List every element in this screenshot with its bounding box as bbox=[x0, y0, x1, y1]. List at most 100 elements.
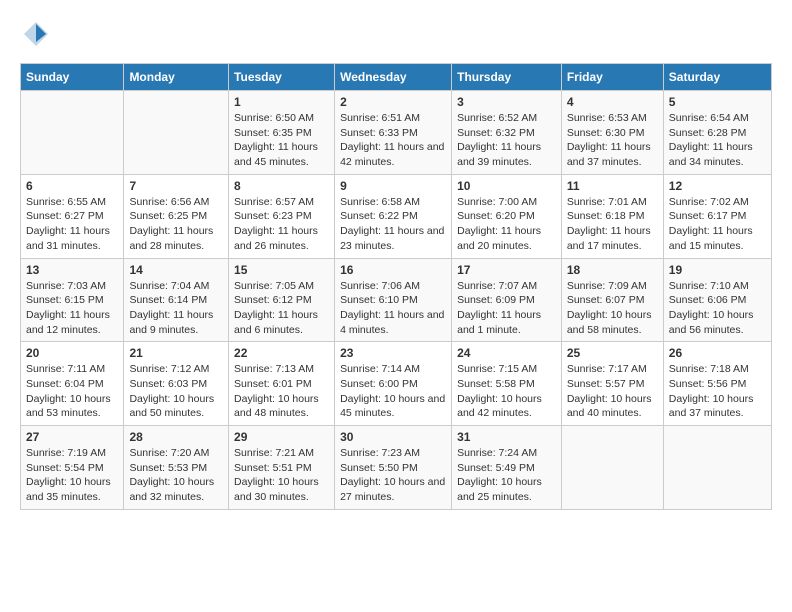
calendar-cell: 5 Sunrise: 6:54 AM Sunset: 6:28 PM Dayli… bbox=[663, 91, 771, 175]
calendar-cell bbox=[124, 91, 229, 175]
sunrise-text: Sunrise: 7:00 AM bbox=[457, 196, 537, 208]
calendar-row: 13 Sunrise: 7:03 AM Sunset: 6:15 PM Dayl… bbox=[21, 258, 772, 342]
day-detail: Sunrise: 7:06 AM Sunset: 6:10 PM Dayligh… bbox=[340, 279, 446, 338]
day-number: 5 bbox=[669, 95, 766, 109]
calendar-cell bbox=[663, 426, 771, 510]
day-detail: Sunrise: 7:11 AM Sunset: 6:04 PM Dayligh… bbox=[26, 362, 118, 421]
day-detail: Sunrise: 7:02 AM Sunset: 6:17 PM Dayligh… bbox=[669, 195, 766, 254]
day-detail: Sunrise: 6:53 AM Sunset: 6:30 PM Dayligh… bbox=[567, 111, 658, 170]
daylight-text: Daylight: 10 hours and 37 minutes. bbox=[669, 393, 754, 420]
sunrise-text: Sunrise: 6:50 AM bbox=[234, 112, 314, 124]
sunset-text: Sunset: 6:30 PM bbox=[567, 127, 645, 139]
day-detail: Sunrise: 7:15 AM Sunset: 5:58 PM Dayligh… bbox=[457, 362, 556, 421]
calendar-cell: 14 Sunrise: 7:04 AM Sunset: 6:14 PM Dayl… bbox=[124, 258, 229, 342]
calendar-row: 1 Sunrise: 6:50 AM Sunset: 6:35 PM Dayli… bbox=[21, 91, 772, 175]
day-detail: Sunrise: 6:52 AM Sunset: 6:32 PM Dayligh… bbox=[457, 111, 556, 170]
daylight-text: Daylight: 11 hours and 34 minutes. bbox=[669, 141, 753, 168]
daylight-text: Daylight: 11 hours and 26 minutes. bbox=[234, 225, 318, 252]
sunrise-text: Sunrise: 6:55 AM bbox=[26, 196, 106, 208]
day-detail: Sunrise: 6:51 AM Sunset: 6:33 PM Dayligh… bbox=[340, 111, 446, 170]
sunrise-text: Sunrise: 7:21 AM bbox=[234, 447, 314, 459]
day-detail: Sunrise: 7:09 AM Sunset: 6:07 PM Dayligh… bbox=[567, 279, 658, 338]
sunrise-text: Sunrise: 7:10 AM bbox=[669, 280, 749, 292]
calendar-cell: 9 Sunrise: 6:58 AM Sunset: 6:22 PM Dayli… bbox=[335, 174, 452, 258]
day-detail: Sunrise: 7:07 AM Sunset: 6:09 PM Dayligh… bbox=[457, 279, 556, 338]
calendar-cell: 27 Sunrise: 7:19 AM Sunset: 5:54 PM Dayl… bbox=[21, 426, 124, 510]
day-number: 21 bbox=[129, 346, 223, 360]
day-detail: Sunrise: 7:17 AM Sunset: 5:57 PM Dayligh… bbox=[567, 362, 658, 421]
day-number: 18 bbox=[567, 263, 658, 277]
day-number: 27 bbox=[26, 430, 118, 444]
daylight-text: Daylight: 10 hours and 25 minutes. bbox=[457, 476, 542, 503]
header-cell-friday: Friday bbox=[561, 64, 663, 91]
logo bbox=[20, 20, 50, 53]
calendar-cell: 31 Sunrise: 7:24 AM Sunset: 5:49 PM Dayl… bbox=[452, 426, 562, 510]
day-number: 4 bbox=[567, 95, 658, 109]
day-number: 17 bbox=[457, 263, 556, 277]
day-number: 8 bbox=[234, 179, 329, 193]
daylight-text: Daylight: 10 hours and 40 minutes. bbox=[567, 393, 652, 420]
day-detail: Sunrise: 7:10 AM Sunset: 6:06 PM Dayligh… bbox=[669, 279, 766, 338]
day-number: 19 bbox=[669, 263, 766, 277]
day-detail: Sunrise: 7:13 AM Sunset: 6:01 PM Dayligh… bbox=[234, 362, 329, 421]
sunset-text: Sunset: 5:54 PM bbox=[26, 462, 104, 474]
sunrise-text: Sunrise: 7:06 AM bbox=[340, 280, 420, 292]
day-number: 10 bbox=[457, 179, 556, 193]
day-detail: Sunrise: 7:24 AM Sunset: 5:49 PM Dayligh… bbox=[457, 446, 556, 505]
daylight-text: Daylight: 11 hours and 15 minutes. bbox=[669, 225, 753, 252]
sunset-text: Sunset: 6:07 PM bbox=[567, 294, 645, 306]
sunrise-text: Sunrise: 6:56 AM bbox=[129, 196, 209, 208]
sunset-text: Sunset: 6:17 PM bbox=[669, 210, 747, 222]
sunrise-text: Sunrise: 7:18 AM bbox=[669, 363, 749, 375]
day-number: 16 bbox=[340, 263, 446, 277]
sunset-text: Sunset: 5:56 PM bbox=[669, 378, 747, 390]
day-detail: Sunrise: 6:58 AM Sunset: 6:22 PM Dayligh… bbox=[340, 195, 446, 254]
day-number: 28 bbox=[129, 430, 223, 444]
logo-icon bbox=[22, 20, 50, 48]
sunrise-text: Sunrise: 7:13 AM bbox=[234, 363, 314, 375]
sunrise-text: Sunrise: 7:14 AM bbox=[340, 363, 420, 375]
daylight-text: Daylight: 11 hours and 6 minutes. bbox=[234, 309, 318, 336]
day-number: 30 bbox=[340, 430, 446, 444]
sunset-text: Sunset: 6:25 PM bbox=[129, 210, 207, 222]
sunset-text: Sunset: 6:27 PM bbox=[26, 210, 104, 222]
sunset-text: Sunset: 6:23 PM bbox=[234, 210, 312, 222]
sunset-text: Sunset: 5:49 PM bbox=[457, 462, 535, 474]
calendar-cell: 30 Sunrise: 7:23 AM Sunset: 5:50 PM Dayl… bbox=[335, 426, 452, 510]
day-detail: Sunrise: 7:03 AM Sunset: 6:15 PM Dayligh… bbox=[26, 279, 118, 338]
day-detail: Sunrise: 6:55 AM Sunset: 6:27 PM Dayligh… bbox=[26, 195, 118, 254]
daylight-text: Daylight: 11 hours and 17 minutes. bbox=[567, 225, 651, 252]
daylight-text: Daylight: 10 hours and 27 minutes. bbox=[340, 476, 445, 503]
daylight-text: Daylight: 10 hours and 45 minutes. bbox=[340, 393, 445, 420]
header-cell-sunday: Sunday bbox=[21, 64, 124, 91]
daylight-text: Daylight: 11 hours and 20 minutes. bbox=[457, 225, 541, 252]
header-cell-tuesday: Tuesday bbox=[229, 64, 335, 91]
sunrise-text: Sunrise: 7:20 AM bbox=[129, 447, 209, 459]
day-detail: Sunrise: 7:19 AM Sunset: 5:54 PM Dayligh… bbox=[26, 446, 118, 505]
daylight-text: Daylight: 11 hours and 42 minutes. bbox=[340, 141, 444, 168]
calendar-cell: 19 Sunrise: 7:10 AM Sunset: 6:06 PM Dayl… bbox=[663, 258, 771, 342]
day-detail: Sunrise: 6:50 AM Sunset: 6:35 PM Dayligh… bbox=[234, 111, 329, 170]
sunset-text: Sunset: 5:51 PM bbox=[234, 462, 312, 474]
day-number: 2 bbox=[340, 95, 446, 109]
sunrise-text: Sunrise: 7:07 AM bbox=[457, 280, 537, 292]
daylight-text: Daylight: 10 hours and 42 minutes. bbox=[457, 393, 542, 420]
calendar-cell: 7 Sunrise: 6:56 AM Sunset: 6:25 PM Dayli… bbox=[124, 174, 229, 258]
day-number: 25 bbox=[567, 346, 658, 360]
day-detail: Sunrise: 7:00 AM Sunset: 6:20 PM Dayligh… bbox=[457, 195, 556, 254]
daylight-text: Daylight: 10 hours and 35 minutes. bbox=[26, 476, 111, 503]
sunset-text: Sunset: 6:10 PM bbox=[340, 294, 418, 306]
sunset-text: Sunset: 6:22 PM bbox=[340, 210, 418, 222]
day-number: 15 bbox=[234, 263, 329, 277]
calendar-cell: 3 Sunrise: 6:52 AM Sunset: 6:32 PM Dayli… bbox=[452, 91, 562, 175]
header-row: SundayMondayTuesdayWednesdayThursdayFrid… bbox=[21, 64, 772, 91]
daylight-text: Daylight: 11 hours and 28 minutes. bbox=[129, 225, 213, 252]
sunrise-text: Sunrise: 6:52 AM bbox=[457, 112, 537, 124]
daylight-text: Daylight: 11 hours and 31 minutes. bbox=[26, 225, 110, 252]
sunset-text: Sunset: 5:58 PM bbox=[457, 378, 535, 390]
calendar-cell: 20 Sunrise: 7:11 AM Sunset: 6:04 PM Dayl… bbox=[21, 342, 124, 426]
day-number: 20 bbox=[26, 346, 118, 360]
calendar-row: 20 Sunrise: 7:11 AM Sunset: 6:04 PM Dayl… bbox=[21, 342, 772, 426]
sunrise-text: Sunrise: 7:12 AM bbox=[129, 363, 209, 375]
sunrise-text: Sunrise: 7:04 AM bbox=[129, 280, 209, 292]
